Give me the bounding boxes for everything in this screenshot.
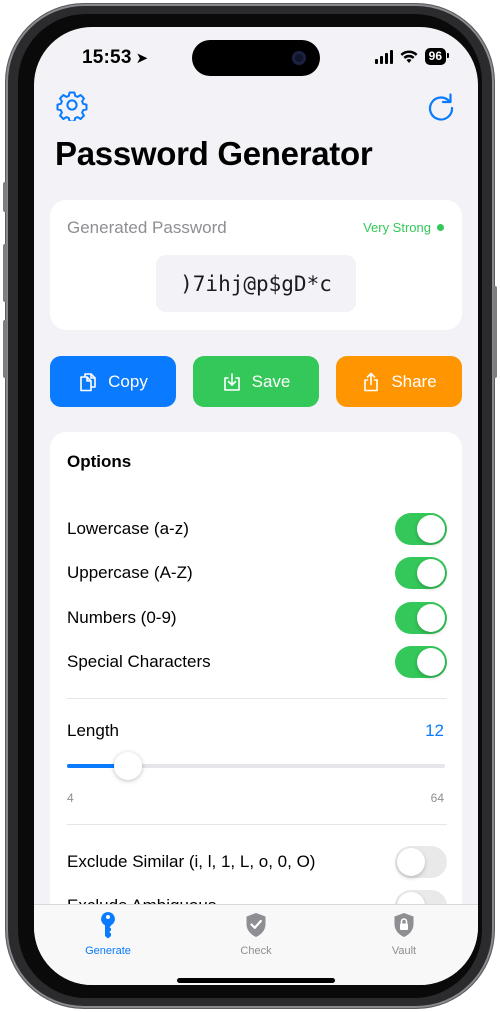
- exclude-similar-row: Exclude Similar (i, l, 1, L, o, 0, O): [67, 846, 447, 878]
- share-button[interactable]: Share: [336, 356, 462, 407]
- options-divider: [67, 698, 447, 699]
- location-arrow-icon: ➤: [135, 50, 149, 67]
- shield-check-icon: [246, 913, 266, 937]
- share-button-label: Share: [391, 371, 437, 391]
- cellular-signal-icon: [374, 49, 393, 64]
- volume-down-button: [3, 320, 7, 378]
- mute-switch: [3, 182, 7, 212]
- camera-icon: [292, 51, 306, 65]
- length-min-label: 4: [67, 791, 74, 805]
- home-indicator: [177, 978, 335, 983]
- power-button: [493, 286, 497, 378]
- screen: 15:53 ➤ 96 Password Generator Generated …: [34, 27, 478, 985]
- gear-icon[interactable]: [56, 89, 88, 121]
- copy-icon: [80, 372, 96, 391]
- strength-badge: Very Strong: [363, 220, 444, 235]
- phone-frame: 15:53 ➤ 96 Password Generator Generated …: [3, 4, 497, 1008]
- volume-up-button: [3, 244, 7, 302]
- status-time-text: 15:53: [82, 47, 132, 68]
- strength-dot-icon: [437, 224, 444, 231]
- battery-indicator: 96: [424, 48, 450, 65]
- status-indicators: 96: [374, 48, 450, 65]
- numbers-toggle[interactable]: [395, 602, 447, 634]
- options-card: Options Lowercase (a-z) Uppercase (A-Z) …: [50, 432, 462, 952]
- lowercase-row: Lowercase (a-z): [67, 513, 447, 545]
- save-button[interactable]: Save: [193, 356, 319, 407]
- tab-generate[interactable]: Generate: [58, 911, 158, 957]
- page-title: Password Generator: [55, 135, 373, 172]
- tab-check[interactable]: Check: [206, 911, 306, 957]
- tab-vault-label: Vault: [391, 945, 417, 957]
- length-max-label: 64: [430, 791, 444, 805]
- lowercase-label: Lowercase (a-z): [67, 519, 189, 538]
- share-icon: [364, 372, 379, 391]
- slider-thumb[interactable]: [113, 752, 142, 780]
- wifi-icon: [400, 49, 418, 63]
- uppercase-label: Uppercase (A-Z): [67, 563, 193, 582]
- length-label: Length: [67, 721, 119, 740]
- tab-check-label: Check: [240, 945, 272, 957]
- options-divider: [67, 824, 447, 825]
- copy-button[interactable]: Copy: [50, 356, 176, 407]
- numbers-row: Numbers (0-9): [67, 602, 447, 634]
- length-slider[interactable]: [67, 752, 445, 780]
- key-icon: [101, 912, 115, 939]
- refresh-icon[interactable]: [426, 91, 456, 121]
- save-button-label: Save: [251, 371, 291, 391]
- status-time: 15:53 ➤: [82, 47, 148, 69]
- length-value: 12: [425, 721, 444, 740]
- uppercase-row: Uppercase (A-Z): [67, 557, 447, 589]
- tab-generate-label: Generate: [85, 945, 131, 957]
- password-card: Generated Password Very Strong )7ihj@p$g…: [50, 200, 462, 330]
- tab-bar: Generate Check Vault: [34, 904, 478, 985]
- lowercase-toggle[interactable]: [395, 513, 447, 545]
- copy-button-label: Copy: [108, 371, 148, 391]
- tab-vault[interactable]: Vault: [354, 911, 454, 957]
- generated-password-label: Generated Password: [67, 218, 227, 237]
- password-display[interactable]: )7ihj@p$gD*c: [156, 255, 356, 312]
- uppercase-toggle[interactable]: [395, 557, 447, 589]
- numbers-label: Numbers (0-9): [67, 608, 177, 627]
- special-characters-toggle[interactable]: [395, 646, 447, 678]
- options-title: Options: [67, 452, 132, 471]
- strength-text: Very Strong: [363, 220, 431, 235]
- special-characters-label: Special Characters: [67, 652, 211, 671]
- lock-shield-icon: [394, 913, 414, 937]
- exclude-similar-toggle[interactable]: [395, 846, 447, 878]
- download-icon: [223, 372, 240, 391]
- dynamic-island: [192, 40, 320, 76]
- special-characters-row: Special Characters: [67, 646, 447, 678]
- exclude-similar-label: Exclude Similar (i, l, 1, L, o, 0, O): [67, 852, 316, 871]
